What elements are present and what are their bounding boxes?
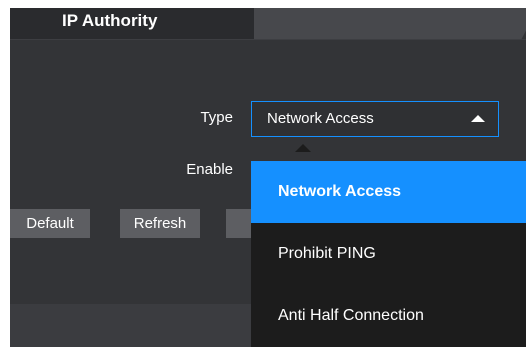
enable-label: Enable (186, 161, 233, 178)
refresh-button[interactable]: Refresh (120, 209, 200, 238)
type-label: Type (200, 109, 233, 126)
title-bar-background (231, 8, 526, 39)
dropdown-option-prohibit-ping[interactable]: Prohibit PING (251, 223, 526, 285)
dropdown-caret-icon (295, 144, 311, 152)
hidden-button[interactable] (226, 209, 251, 238)
triangle-up-icon (471, 115, 485, 122)
type-select[interactable]: Network Access (251, 101, 499, 137)
ip-authority-panel: IP Authority Type Network Access Enable … (10, 8, 526, 347)
dropdown-option-anti-half-connection[interactable]: Anti Half Connection (251, 285, 526, 347)
title-divider (10, 39, 526, 40)
type-select-value: Network Access (267, 110, 374, 127)
type-dropdown-menu: Network Access Prohibit PING Anti Half C… (251, 161, 526, 347)
default-button[interactable]: Default (10, 209, 90, 238)
bottom-bar (10, 304, 251, 347)
panel-title: IP Authority (10, 8, 254, 39)
dropdown-option-network-access[interactable]: Network Access (251, 161, 526, 223)
